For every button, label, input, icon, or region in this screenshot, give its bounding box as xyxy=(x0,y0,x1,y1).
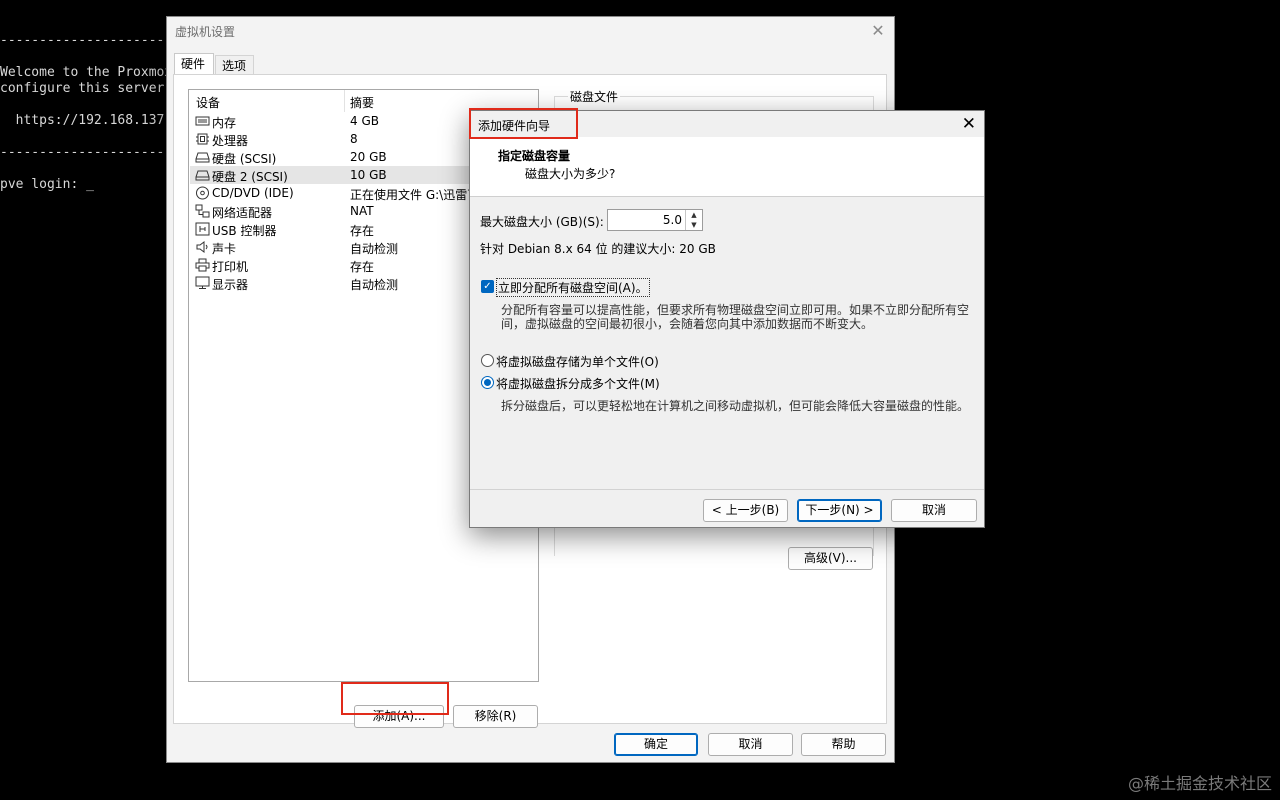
single-file-radio[interactable] xyxy=(481,354,494,367)
cd-dvd-icon xyxy=(196,186,209,200)
device-summary: 4 GB xyxy=(350,114,379,128)
close-icon[interactable]: ✕ xyxy=(962,114,976,134)
device-summary: NAT xyxy=(350,204,374,218)
device-name: 硬盘 (SCSI) xyxy=(212,152,277,166)
device-summary: 自动检测 xyxy=(350,278,399,292)
tab-options[interactable]: 选项 xyxy=(215,55,254,75)
add-button-highlight xyxy=(341,682,449,715)
add-hardware-wizard: 添加硬件向导 ✕ 指定磁盘容量 磁盘大小为多少? 最大磁盘大小 (GB)(S):… xyxy=(469,110,985,528)
device-name: 硬盘 2 (SCSI) xyxy=(212,170,288,184)
printer-icon xyxy=(195,258,210,272)
device-name: USB 控制器 xyxy=(212,224,277,238)
stepper-up-icon[interactable]: ▲ xyxy=(686,210,702,220)
cpu-icon xyxy=(196,133,209,145)
remove-hardware-button[interactable]: 移除(R) xyxy=(453,705,538,728)
wizard-divider xyxy=(470,489,984,490)
network-icon xyxy=(195,204,210,218)
wizard-cancel-button[interactable]: 取消 xyxy=(891,499,977,522)
device-name: 内存 xyxy=(212,116,237,130)
allocate-now-label[interactable]: 立即分配所有磁盘空间(A)。 xyxy=(496,278,650,297)
device-summary: 20 GB xyxy=(350,150,387,164)
max-disk-size-value[interactable]: 5.0 xyxy=(663,213,682,227)
allocate-now-checkbox[interactable]: ✓ xyxy=(481,280,494,293)
window-title: 虚拟机设置 xyxy=(175,25,236,39)
max-disk-size-label: 最大磁盘大小 (GB)(S): xyxy=(480,215,604,229)
allocate-description-line: 间，虚拟磁盘的空间最初很小，会随着您向其中添加数据而不断变大。 xyxy=(501,317,874,331)
column-summary[interactable]: 摘要 xyxy=(350,94,374,111)
recommended-size-text: 针对 Debian 8.x 64 位 的建议大小: 20 GB xyxy=(480,242,716,256)
terminal-line: configure this server xyxy=(0,81,165,96)
next-button[interactable]: 下一步(N) > xyxy=(797,499,882,522)
wizard-subheading: 磁盘大小为多少? xyxy=(525,167,616,181)
single-file-label[interactable]: 将虚拟磁盘存储为单个文件(O) xyxy=(496,353,659,370)
terminal-line: pve login: _ xyxy=(0,177,94,192)
close-icon[interactable]: ✕ xyxy=(868,21,888,41)
back-button[interactable]: < 上一步(B) xyxy=(703,499,788,522)
terminal-line: https://192.168.137 xyxy=(0,113,165,128)
wizard-heading: 指定磁盘容量 xyxy=(498,149,571,163)
multi-file-label[interactable]: 将虚拟磁盘拆分成多个文件(M) xyxy=(496,375,660,392)
speaker-icon xyxy=(196,241,208,253)
device-summary: 存在 xyxy=(350,260,375,274)
device-name: 声卡 xyxy=(212,242,237,256)
ok-button[interactable]: 确定 xyxy=(614,733,698,756)
multi-file-radio[interactable] xyxy=(481,376,494,389)
terminal-line: -------------------------------- xyxy=(0,33,170,48)
device-name: 打印机 xyxy=(212,260,249,274)
watermark: @稀土掘金技术社区 xyxy=(1127,774,1272,793)
column-device[interactable]: 设备 xyxy=(196,94,220,111)
device-summary: 正在使用文件 G:\迅雷下 xyxy=(350,188,480,202)
max-disk-size-stepper[interactable]: 5.0 ▲ ▼ xyxy=(607,209,703,231)
disk-file-group-title: 磁盘文件 xyxy=(568,88,621,105)
device-name: 显示器 xyxy=(212,278,249,292)
advanced-button[interactable]: 高级(V)... xyxy=(788,547,873,570)
hard-disk-icon xyxy=(195,152,210,163)
column-divider[interactable] xyxy=(344,90,345,112)
device-name: CD/DVD (IDE) xyxy=(212,186,294,200)
memory-icon xyxy=(195,116,210,126)
device-name: 网络适配器 xyxy=(212,206,273,220)
hard-disk-icon xyxy=(195,170,210,181)
wizard-header: 指定磁盘容量 磁盘大小为多少? xyxy=(470,137,984,197)
device-summary: 10 GB xyxy=(350,168,387,182)
terminal-line: -------------------------------- xyxy=(0,145,170,160)
stepper-arrows: ▲ ▼ xyxy=(685,210,702,230)
wizard-title-highlight xyxy=(469,108,578,139)
device-summary: 存在 xyxy=(350,224,375,238)
device-summary: 8 xyxy=(350,132,358,146)
terminal-console: -------------------------------- Welcome… xyxy=(0,0,170,800)
help-button[interactable]: 帮助 xyxy=(801,733,886,756)
tab-hardware[interactable]: 硬件 xyxy=(174,53,214,76)
stepper-down-icon[interactable]: ▼ xyxy=(686,220,702,230)
cancel-button[interactable]: 取消 xyxy=(708,733,793,756)
device-summary: 自动检测 xyxy=(350,242,399,256)
usb-icon xyxy=(195,222,210,236)
terminal-line: Welcome to the Proxmox xyxy=(0,65,170,80)
device-name: 处理器 xyxy=(212,134,249,148)
multi-file-description: 拆分磁盘后，可以更轻松地在计算机之间移动虚拟机，但可能会降低大容量磁盘的性能。 xyxy=(501,399,970,413)
monitor-icon xyxy=(195,276,210,289)
